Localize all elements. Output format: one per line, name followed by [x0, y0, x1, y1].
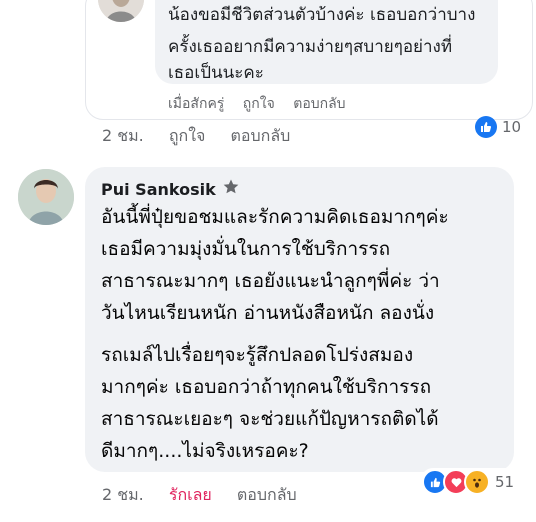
comment-text-line: สาธารณะมากๆ เธอยังแนะนำลูกๆพี่ค่ะ ว่า [101, 270, 440, 292]
like-icon [475, 116, 497, 138]
comment-author: Pui Sankosik [101, 178, 240, 200]
comment-text-line: วันไหนเรียนหนัก อ่านหนังสือหนัก ลองนั่ง [101, 302, 435, 324]
comment-avatar[interactable] [18, 169, 74, 225]
comment-text-line: รถเมล์ไปเรื่อยๆจะรู้สึกปลอดโปร่งสมอง [101, 344, 414, 366]
wow-icon [464, 469, 490, 495]
reply-text-line: เธอเป็นนะคะ [168, 63, 264, 83]
reply-reply-button[interactable]: ตอบกลับ [293, 96, 345, 112]
comment-text-line: มากๆค่ะ เธอบอกว่าถ้าทุกคนใช้บริการรถ [101, 376, 432, 398]
author-name[interactable]: Pui Sankosik [101, 180, 216, 199]
reply-text-line: น้องขอมีชีวิตส่วนตัวบ้างค่ะ เธอบอกว่าบาง [168, 5, 476, 25]
parent-reaction-count: 10 [502, 118, 522, 136]
love-reaction-button[interactable]: รักเลย [169, 485, 212, 504]
comment-reply-button[interactable]: ตอบกลับ [237, 485, 297, 504]
parent-timestamp[interactable]: 2 ชม. [102, 126, 144, 145]
comment-timestamp[interactable]: 2 ชม. [102, 485, 144, 504]
comment-text-line: ดีมากๆ....ไม่จริงเหรอคะ? [101, 440, 309, 462]
reply-timestamp[interactable]: เมื่อสักครู่ [168, 96, 224, 112]
parent-like-button[interactable]: ถูกใจ [169, 126, 206, 145]
comment-text-line: สาธารณะเยอะๆ จะช่วยแก้ปัญหารถติดได้ [101, 408, 439, 430]
star-badge-icon [222, 178, 240, 200]
comment-text-line: อันนี้พี่ปุ๋ยขอชมและรักความคิดเธอมากๆค่ะ [101, 206, 449, 228]
parent-comment-actions: 2 ชม. ถูกใจ ตอบกลับ [102, 124, 310, 149]
reply-like-button[interactable]: ถูกใจ [243, 96, 275, 112]
comment-text-line: เธอมีความมุ่งมั่นในการใช้บริการรถ [101, 238, 391, 260]
comment-actions: 2 ชม. รักเลย ตอบกลับ [102, 483, 317, 508]
reply-actions: เมื่อสักครู่ ถูกใจ ตอบกลับ [168, 93, 360, 115]
comment-reaction-count: 51 [495, 473, 515, 491]
parent-reply-button[interactable]: ตอบกลับ [231, 126, 291, 145]
reply-text-line: ครั้งเธออยากมีความง่ายๆสบายๆอย่างที่ [168, 37, 453, 57]
comment-reaction-badge[interactable]: 51 [421, 468, 519, 496]
parent-reaction-badge[interactable]: 10 [475, 116, 521, 138]
